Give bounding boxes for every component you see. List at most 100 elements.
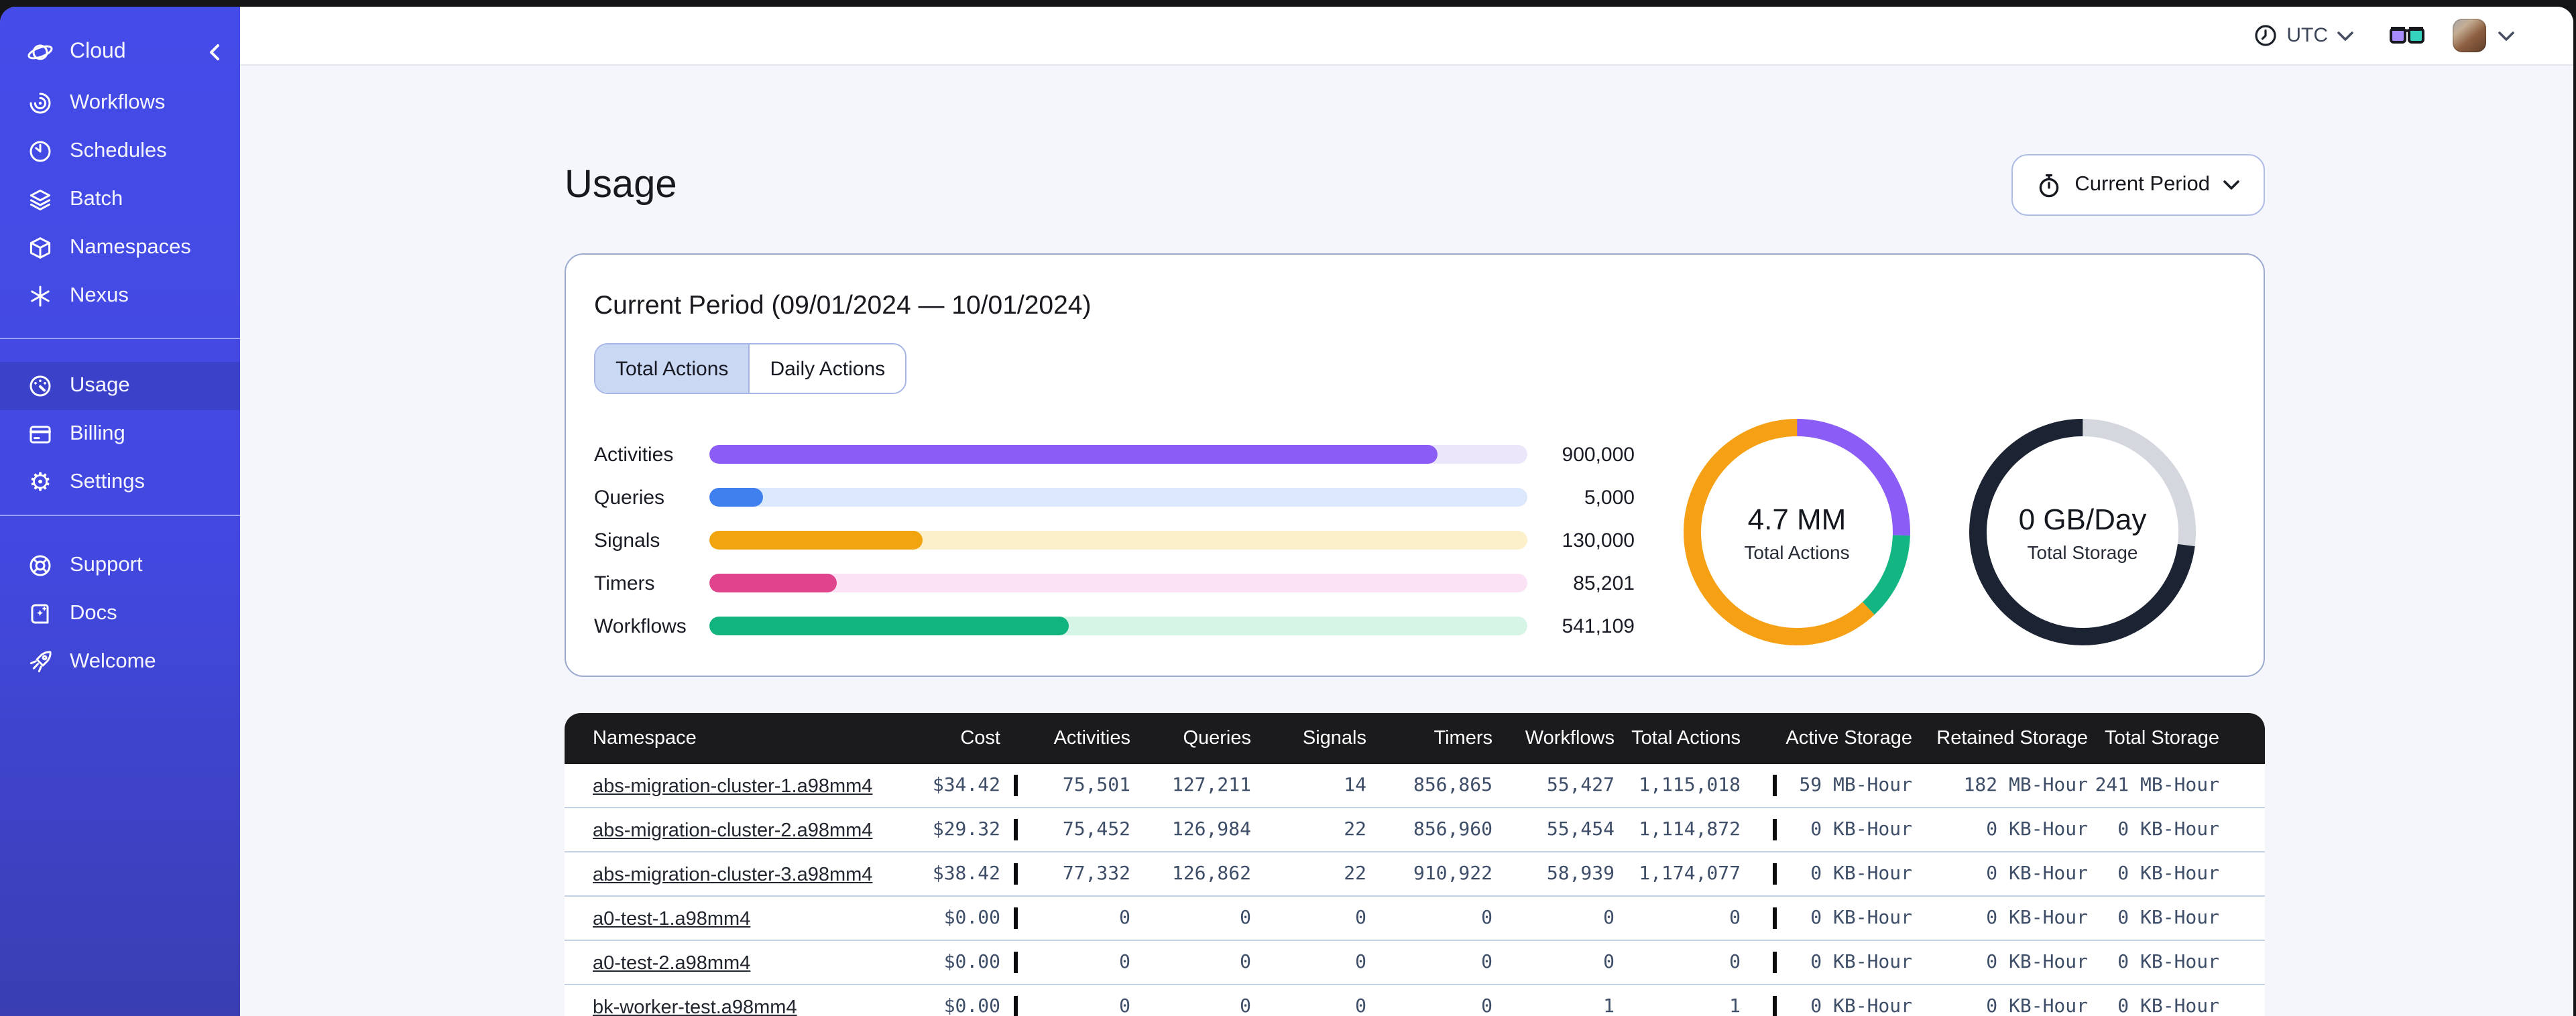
sidebar-item-docs[interactable]: Docs	[0, 590, 240, 638]
tab-total-actions[interactable]: Total Actions	[595, 344, 749, 393]
usage-summary-card: Current Period (09/01/2024 — 10/01/2024)…	[565, 253, 2265, 677]
bar-row-timers: Timers 85,201	[594, 572, 1635, 594]
cell-active-storage: 0 KB-Hour	[1773, 819, 1912, 840]
header-retained-storage: Retained Storage	[1936, 728, 2088, 749]
sidebar-item-schedules[interactable]: Schedules	[0, 127, 240, 176]
namespace-link[interactable]: bk-worker-test.a98mm4	[593, 997, 797, 1016]
cell-signals: 0	[1355, 907, 1366, 929]
sidebar-item-settings[interactable]: ⚙ Settings	[0, 458, 240, 507]
cell-queries: 126,984	[1171, 819, 1251, 840]
bar-track	[709, 445, 1527, 464]
bar-track	[709, 617, 1527, 635]
bar-track	[709, 574, 1527, 592]
bar-value: 85,201	[1573, 572, 1635, 594]
sidebar-item-label: Usage	[70, 374, 130, 397]
sidebar-item-label: Workflows	[70, 91, 166, 114]
cell-active-storage: 0 KB-Hour	[1773, 907, 1912, 929]
cell-cost: $29.32	[932, 819, 1000, 840]
header-active-storage: Active Storage	[1773, 728, 1912, 749]
sidebar-item-label: Support	[70, 554, 143, 576]
cell-total-actions: 1,115,018	[1639, 775, 1741, 796]
bar-fill	[709, 445, 1438, 464]
cell-activities: 77,332	[1014, 863, 1130, 885]
sidebar-item-nexus[interactable]: Nexus	[0, 272, 240, 320]
bar-fill	[709, 617, 1069, 635]
sidebar-item-usage[interactable]: Usage	[0, 362, 240, 410]
tab-daily-actions[interactable]: Daily Actions	[748, 344, 905, 393]
cell-cost: $0.00	[943, 952, 1000, 973]
table-row: bk-worker-test.a98mm4 $0.00 0 0 0 0 1 1 …	[565, 984, 2265, 1016]
sidebar-item-label: Docs	[70, 602, 117, 625]
namespace-link[interactable]: abs-migration-cluster-1.a98mm4	[593, 775, 872, 797]
cell-active-storage: 0 KB-Hour	[1773, 863, 1912, 885]
cell-timers: 856,960	[1413, 819, 1492, 840]
sidebar-brand-cloud[interactable]: Cloud	[0, 25, 240, 79]
cell-timers: 856,865	[1413, 775, 1492, 796]
sidebar-item-label: Batch	[70, 188, 123, 210]
namespace-link[interactable]: a0-test-1.a98mm4	[593, 908, 750, 930]
cube-icon	[27, 235, 54, 261]
brand-label: Cloud	[70, 40, 126, 63]
sidebar-collapse-button[interactable]	[208, 43, 221, 62]
namespace-link[interactable]: a0-test-2.a98mm4	[593, 952, 750, 974]
cell-cost: $0.00	[943, 996, 1000, 1016]
sidebar-item-welcome[interactable]: Welcome	[0, 638, 240, 686]
sidebar-item-billing[interactable]: Billing	[0, 410, 240, 458]
account-menu-button[interactable]	[2498, 30, 2514, 41]
bar-value: 541,109	[1562, 615, 1635, 637]
header-total-actions: Total Actions	[1631, 728, 1741, 749]
cell-queries: 127,211	[1171, 775, 1251, 796]
bar-row-activities: Activities 900,000	[594, 443, 1635, 466]
sidebar-divider	[0, 338, 240, 339]
header-timers: Timers	[1433, 728, 1492, 749]
cell-active-storage: 0 KB-Hour	[1773, 952, 1912, 973]
cell-total-storage: 0 KB-Hour	[2117, 819, 2219, 840]
bar-value: 130,000	[1562, 529, 1635, 552]
donut-label: Total Storage	[2027, 541, 2138, 562]
cell-total-storage: 0 KB-Hour	[2117, 907, 2219, 929]
sidebar: Cloud Workflows Schedules Batch Namespac…	[0, 7, 240, 1016]
cloud-orbit-icon	[27, 39, 54, 66]
sidebar-item-support[interactable]: Support	[0, 542, 240, 590]
cell-timers: 0	[1481, 952, 1492, 973]
billing-card-icon	[27, 421, 54, 448]
cell-total-storage: 0 KB-Hour	[2117, 952, 2219, 973]
table-header-row: Namespace Cost Activities Queries Signal…	[565, 713, 2265, 764]
cell-timers: 0	[1481, 907, 1492, 929]
cell-workflows: 0	[1603, 952, 1615, 973]
namespace-link[interactable]: abs-migration-cluster-2.a98mm4	[593, 820, 872, 841]
cell-active-storage: 59 MB-Hour	[1773, 775, 1912, 796]
glasses-icon	[2390, 26, 2424, 43]
table-row: abs-migration-cluster-1.a98mm4 $34.42 75…	[565, 764, 2265, 807]
sidebar-item-label: Nexus	[70, 284, 129, 307]
header-cost: Cost	[960, 728, 1000, 749]
avatar[interactable]	[2453, 19, 2486, 52]
cell-timers: 0	[1481, 996, 1492, 1016]
cell-activities: 0	[1014, 996, 1130, 1016]
sidebar-item-namespaces[interactable]: Namespaces	[0, 224, 240, 272]
bar-label: Activities	[594, 443, 674, 466]
timezone-dropdown[interactable]: UTC	[2254, 24, 2353, 47]
chevron-down-icon	[2498, 31, 2514, 40]
cell-timers: 910,922	[1413, 863, 1492, 885]
app-frame: Cloud Workflows Schedules Batch Namespac…	[0, 7, 2573, 1016]
header-signals: Signals	[1302, 728, 1366, 749]
period-selector-button[interactable]: Current Period	[2011, 154, 2265, 216]
bar-label: Timers	[594, 572, 655, 594]
bar-label: Workflows	[594, 615, 687, 637]
workflows-icon	[27, 90, 54, 117]
labs-glasses-toggle[interactable]	[2388, 23, 2426, 48]
table-row: abs-migration-cluster-2.a98mm4 $29.32 75…	[565, 807, 2265, 851]
sidebar-item-workflows[interactable]: Workflows	[0, 79, 240, 127]
cell-retained-storage: 0 KB-Hour	[1986, 819, 2088, 840]
page-head: Usage Current Period	[565, 154, 2265, 216]
life-ring-icon	[27, 552, 54, 579]
cell-signals: 22	[1344, 863, 1366, 885]
cell-cost: $0.00	[943, 907, 1000, 929]
sidebar-item-batch[interactable]: Batch	[0, 176, 240, 224]
cell-total-storage: 0 KB-Hour	[2117, 996, 2219, 1016]
bar-label: Signals	[594, 529, 660, 552]
cell-workflows: 55,427	[1546, 775, 1615, 796]
bar-fill	[709, 531, 923, 550]
namespace-link[interactable]: abs-migration-cluster-3.a98mm4	[593, 864, 872, 885]
